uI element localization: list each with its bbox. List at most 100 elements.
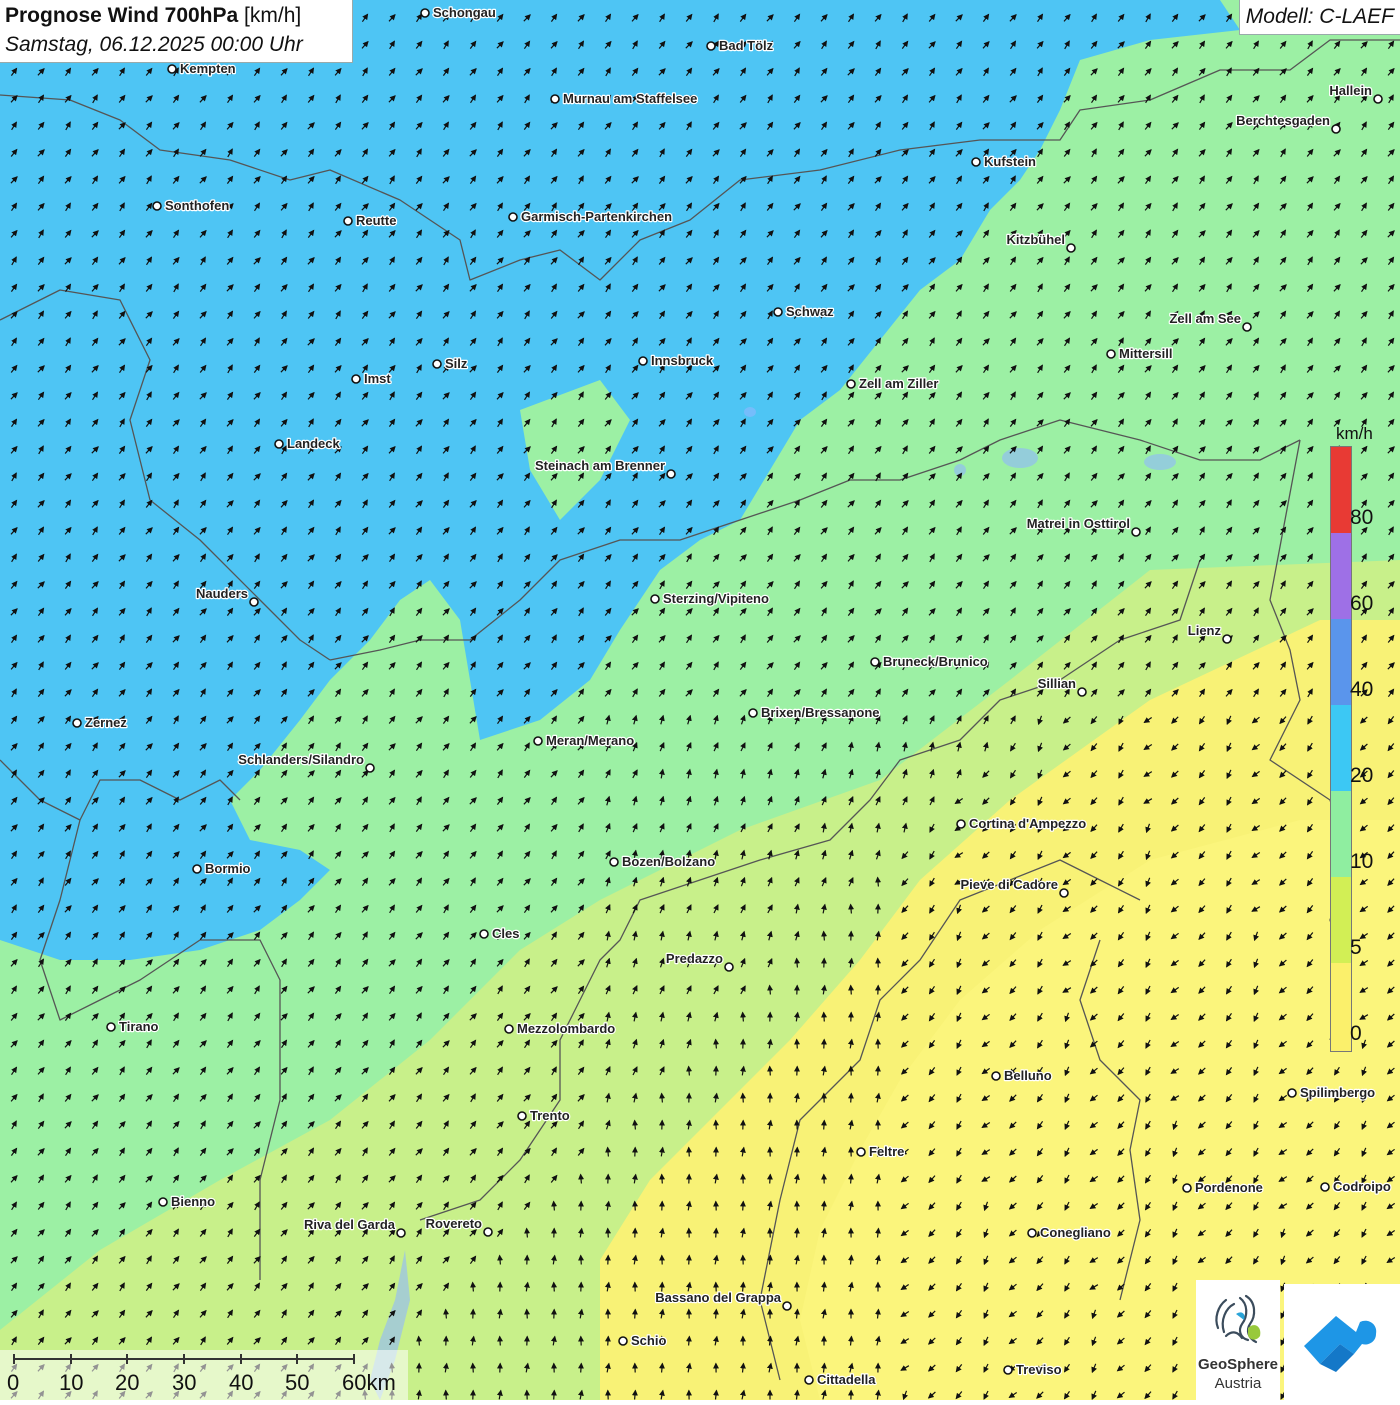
city-sonthofen[interactable]: Sonthofen xyxy=(153,198,229,213)
city-marker-dot[interactable] xyxy=(783,1302,791,1310)
city-marker-dot[interactable] xyxy=(433,360,441,368)
city-marker-dot[interactable] xyxy=(153,202,161,210)
city-marker-dot[interactable] xyxy=(421,9,429,17)
city-marker-dot[interactable] xyxy=(857,1148,865,1156)
city-marker-dot[interactable] xyxy=(168,65,176,73)
city-marker-dot[interactable] xyxy=(1078,688,1086,696)
city-marker-dot[interactable] xyxy=(397,1229,405,1237)
wind-arrow xyxy=(689,1337,690,1346)
wind-arrow xyxy=(527,1310,528,1319)
city-zell-am-ziller[interactable]: Zell am Ziller xyxy=(847,376,938,391)
city-label: Hallein xyxy=(1329,83,1372,98)
city-meran-merano[interactable]: Meran/Merano xyxy=(534,733,634,748)
city-marker-dot[interactable] xyxy=(509,213,517,221)
city-marker-dot[interactable] xyxy=(1183,1184,1191,1192)
city-marker-dot[interactable] xyxy=(1223,635,1231,643)
city-marker-dot[interactable] xyxy=(275,440,283,448)
city-marker-dot[interactable] xyxy=(352,375,360,383)
city-marker-dot[interactable] xyxy=(1132,528,1140,536)
city-label: Cittadella xyxy=(817,1372,876,1387)
city-marker-dot[interactable] xyxy=(366,764,374,772)
city-innsbruck[interactable]: Innsbruck xyxy=(639,353,714,368)
wind-arrow xyxy=(608,1229,609,1238)
city-marker-dot[interactable] xyxy=(992,1072,1000,1080)
city-marker-dot[interactable] xyxy=(725,963,733,971)
city-marker-dot[interactable] xyxy=(73,719,81,727)
city-mezzolombardo[interactable]: Mezzolombardo xyxy=(505,1021,615,1036)
wind-arrow xyxy=(527,1229,528,1238)
city-marker-dot[interactable] xyxy=(505,1025,513,1033)
city-sterzing-vipiteno[interactable]: Sterzing/Vipiteno xyxy=(651,591,769,606)
city-marker-dot[interactable] xyxy=(972,158,980,166)
legend-color-segment xyxy=(1331,705,1351,791)
city-spilimbergo[interactable]: Spilimbergo xyxy=(1288,1085,1375,1100)
city-marker-dot[interactable] xyxy=(1243,323,1251,331)
city-marker-dot[interactable] xyxy=(1107,350,1115,358)
wind-arrow xyxy=(689,1148,690,1157)
city-bozen-bolzano[interactable]: Bozen/Bolzano xyxy=(610,854,715,869)
city-marker-dot[interactable] xyxy=(1374,95,1382,103)
city-marker-dot[interactable] xyxy=(551,95,559,103)
legend-tick-label: 10 xyxy=(1350,850,1373,874)
city-marker-dot[interactable] xyxy=(667,470,675,478)
city-marker-dot[interactable] xyxy=(193,865,201,873)
city-bruneck-brunico[interactable]: Bruneck/Brunico xyxy=(871,654,988,669)
city-marker-dot[interactable] xyxy=(1028,1229,1036,1237)
city-label: Belluno xyxy=(1004,1068,1052,1083)
city-marker-dot[interactable] xyxy=(957,820,965,828)
city-marker-dot[interactable] xyxy=(1067,244,1075,252)
city-marker-dot[interactable] xyxy=(1332,125,1340,133)
wind-arrow xyxy=(851,905,852,914)
wind-arrow xyxy=(743,1202,744,1211)
city-label: Trento xyxy=(530,1108,570,1123)
city-marker-dot[interactable] xyxy=(847,380,855,388)
city-marker-dot[interactable] xyxy=(1060,889,1068,897)
wind-arrow xyxy=(797,1148,798,1157)
app-logo[interactable] xyxy=(1284,1284,1400,1400)
city-marker-dot[interactable] xyxy=(871,658,879,666)
city-marker-dot[interactable] xyxy=(1321,1183,1329,1191)
wind-arrow xyxy=(581,1256,582,1265)
wind-arrow xyxy=(716,1121,717,1130)
wind-arrow xyxy=(635,1310,636,1319)
city-cortina-d-ampezzo[interactable]: Cortina d'Ampezzo xyxy=(957,816,1086,831)
city-label: Sterzing/Vipiteno xyxy=(663,591,769,606)
city-marker-dot[interactable] xyxy=(749,709,757,717)
city-label: Brixen/Bressanone xyxy=(761,705,880,720)
city-label: Zernez xyxy=(85,715,127,730)
city-marker-dot[interactable] xyxy=(107,1023,115,1031)
city-garmisch-partenkirchen[interactable]: Garmisch-Partenkirchen xyxy=(509,209,672,224)
city-marker-dot[interactable] xyxy=(1288,1089,1296,1097)
scale-tick xyxy=(296,1354,298,1364)
city-label: Pordenone xyxy=(1195,1180,1263,1195)
city-label: Treviso xyxy=(1016,1362,1062,1377)
city-marker-dot[interactable] xyxy=(1004,1366,1012,1374)
city-marker-dot[interactable] xyxy=(344,217,352,225)
wind-arrow xyxy=(770,1256,771,1265)
city-brixen-bressanone[interactable]: Brixen/Bressanone xyxy=(749,705,880,720)
city-marker-dot[interactable] xyxy=(480,930,488,938)
city-marker-dot[interactable] xyxy=(619,1337,627,1345)
city-murnau-am-staffelsee[interactable]: Murnau am Staffelsee xyxy=(551,91,697,106)
city-marker-dot[interactable] xyxy=(250,598,258,606)
city-marker-dot[interactable] xyxy=(651,595,659,603)
city-marker-dot[interactable] xyxy=(707,42,715,50)
city-marker-dot[interactable] xyxy=(639,357,647,365)
city-pordenone[interactable]: Pordenone xyxy=(1183,1180,1263,1195)
wind-arrow xyxy=(662,1175,663,1184)
city-marker-dot[interactable] xyxy=(159,1198,167,1206)
city-marker-dot[interactable] xyxy=(805,1376,813,1384)
legend-tick-label: 60 xyxy=(1350,592,1373,616)
city-conegliano[interactable]: Conegliano xyxy=(1028,1225,1111,1240)
wind-arrow xyxy=(554,1202,555,1211)
logo-text-line1: GeoSphere xyxy=(1196,1356,1280,1373)
city-marker-dot[interactable] xyxy=(518,1112,526,1120)
city-marker-dot[interactable] xyxy=(774,308,782,316)
city-marker-dot[interactable] xyxy=(610,858,618,866)
city-schongau[interactable]: Schongau xyxy=(421,5,496,20)
legend-color-segment xyxy=(1331,619,1351,705)
city-marker-dot[interactable] xyxy=(534,737,542,745)
city-marker-dot[interactable] xyxy=(484,1228,492,1236)
scale-label: 50 xyxy=(285,1370,309,1396)
geosphere-logo[interactable]: GeoSphere Austria xyxy=(1196,1280,1280,1400)
